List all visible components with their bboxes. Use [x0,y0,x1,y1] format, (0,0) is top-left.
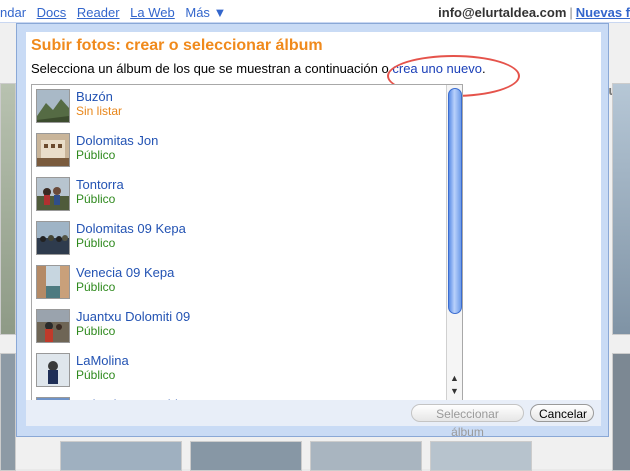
dialog-title: Subir fotos: crear o seleccionar álbum [31,37,323,54]
album-list-item[interactable]: Dolomitas Jon Público [32,129,462,173]
dialog-footer: Seleccionar álbum Cancelar [26,400,601,439]
album-visibility-status: Público [76,324,116,338]
album-thumbnail [36,353,70,387]
album-rows: Buzón Sin listar Dolomitas Jon Público Tonto… [32,85,462,410]
album-list-item[interactable]: Dolomitas 09 Kepa Público [32,217,462,261]
album-name[interactable]: Tontorra [76,177,124,192]
album-name[interactable]: Dolomitas 09 Kepa [76,221,186,236]
album-name[interactable]: Venecia 09 Kepa [76,265,174,280]
album-thumbnail [36,221,70,255]
album-thumbnail [36,133,70,167]
album-list[interactable]: Buzón Sin listar Dolomitas Jon Público Tonto… [31,84,463,411]
album-thumbnail [36,89,70,123]
album-visibility-status: Público [76,192,116,206]
nav-separator: | [569,5,573,20]
background-photo-left [0,83,16,335]
album-list-item[interactable]: Venecia 09 Kepa Público [32,261,462,305]
album-list-item[interactable]: Tontorra Público [32,173,462,217]
album-visibility-status: Público [76,236,116,250]
background-photo-left-bottom [0,353,16,471]
scroll-up-icon[interactable]: ▲ [448,372,461,384]
scrollbar-thumb[interactable] [448,88,462,314]
nav-link-new-features[interactable]: Nuevas f [576,5,630,20]
instruction-text: Selecciona un álbum de los que se muestr… [31,61,389,76]
cancel-button[interactable]: Cancelar [530,404,594,422]
album-thumbnail [36,265,70,299]
upload-dialog: Subir fotos: crear o seleccionar álbum S… [16,23,609,439]
album-visibility-status: Público [76,148,116,162]
album-visibility-status: Público [76,368,116,382]
album-thumbnail [36,309,70,343]
background-photo-bottom-2 [190,441,302,471]
album-list-item[interactable]: Buzón Sin listar [32,85,462,129]
album-list-item[interactable]: Juantxu Dolomiti 09 Público [32,305,462,349]
album-name[interactable]: Dolomitas Jon [76,133,158,148]
background-photo-bottom-3 [310,441,422,471]
nav-link-calendar[interactable]: ndar [0,5,26,20]
album-list-item[interactable]: LaMolina Público [32,349,462,393]
nav-link-web[interactable]: La Web [130,5,175,20]
top-nav-links: ndar Docs Reader La Web Más ▼ [0,5,233,20]
background-photo-bottom-1 [60,441,182,471]
background-photo-right-bottom [612,353,630,471]
album-visibility-status: Sin listar [76,104,123,118]
album-name[interactable]: Juantxu Dolomiti 09 [76,309,190,324]
scroll-down-icon[interactable]: ▼ [448,385,461,397]
top-nav-account: info@elurtaldea.com | Nuevas f [438,5,630,20]
album-name[interactable]: LaMolina [76,353,129,368]
select-album-button[interactable]: Seleccionar álbum [411,404,524,439]
account-email: info@elurtaldea.com [438,5,567,20]
top-navigation-bar: ndar Docs Reader La Web Más ▼ info@elurt… [0,0,630,23]
album-name[interactable]: Buzón [76,89,113,104]
upload-dialog-body: Subir fotos: crear o seleccionar álbum S… [26,32,601,439]
album-list-scrollbar[interactable]: ▲ ▼ [446,85,462,410]
album-visibility-status: Público [76,280,116,294]
background-photo-right [612,83,630,335]
nav-link-reader[interactable]: Reader [77,5,120,20]
nav-link-more[interactable]: Más ▼ [185,5,226,20]
background-photo-bottom-4 [430,441,532,471]
nav-link-docs[interactable]: Docs [37,5,67,20]
album-thumbnail [36,177,70,211]
